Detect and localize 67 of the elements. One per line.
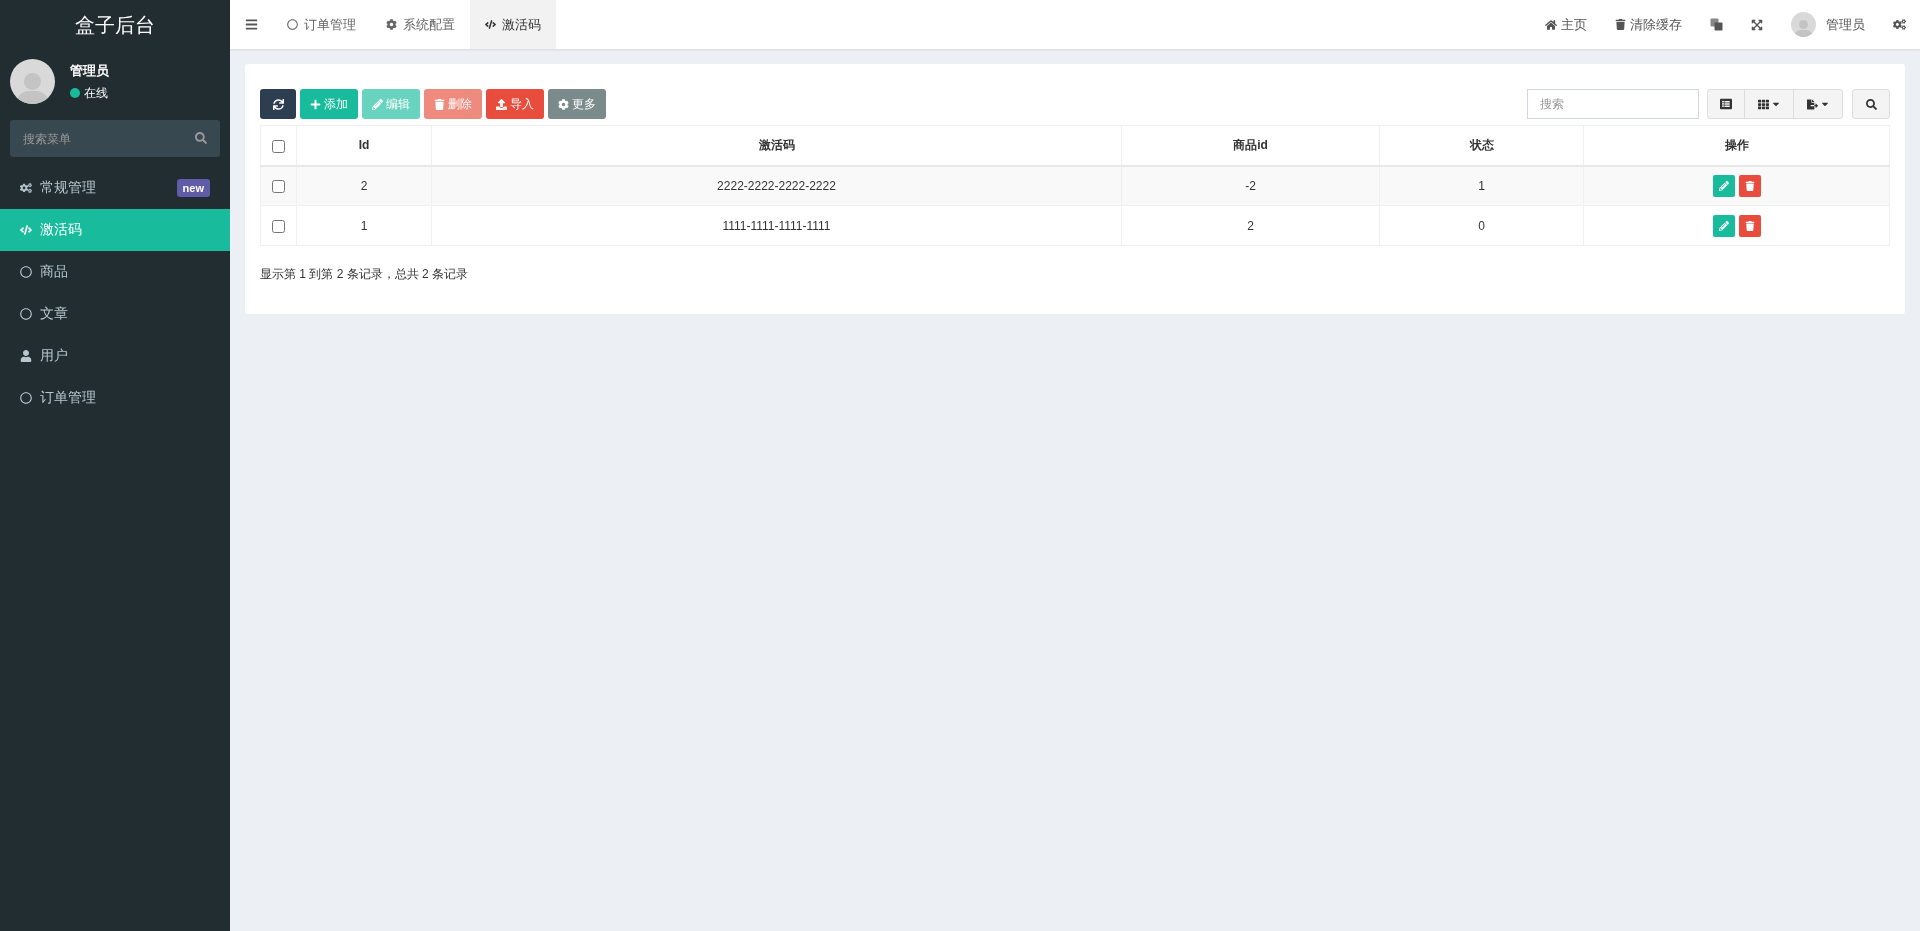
avatar-icon [10, 59, 55, 104]
row-delete-button[interactable] [1738, 174, 1761, 197]
sidebar-item[interactable]: 订单管理 [0, 377, 230, 419]
search-button[interactable] [1852, 89, 1890, 119]
refresh-button[interactable] [260, 89, 296, 119]
column-header: 状态 [1469, 138, 1494, 153]
user-icon [20, 350, 32, 362]
row-delete-button[interactable] [1738, 214, 1761, 237]
refresh-icon [272, 98, 284, 110]
home-icon [1545, 18, 1557, 31]
row-checkbox[interactable] [272, 219, 285, 233]
page-tab[interactable]: 激活码 [470, 0, 556, 49]
table-cell: 2 [360, 178, 368, 193]
column-header: 操作 [1724, 138, 1749, 153]
import-button[interactable]: 导入 [486, 89, 544, 119]
app-logo: 盒子后台 [75, 12, 155, 38]
table-cell: 0 [1478, 218, 1485, 233]
trash-icon [1744, 220, 1755, 231]
trash-icon [1615, 19, 1626, 30]
trash-icon [434, 98, 445, 110]
sidebar-item[interactable]: 商品 [0, 251, 230, 293]
trash-icon [1744, 180, 1755, 191]
pencil-icon [372, 98, 383, 110]
page-tab[interactable]: 订单管理 [272, 0, 371, 49]
user-status: 在线 [84, 85, 108, 103]
settings-icon [1893, 18, 1906, 31]
column-header: 商品id [1233, 138, 1268, 153]
table-cell: 2222-2222-2222-2222 [717, 178, 836, 193]
table-cell: -2 [1245, 178, 1256, 193]
search-icon [195, 132, 207, 144]
search-icon [1865, 98, 1877, 110]
pencil-icon [1718, 220, 1729, 231]
code-icon [485, 19, 496, 30]
pagination-info: 显示第 1 到第 2 条记录，总共 2 条记录 [260, 267, 469, 281]
column-header: 激活码 [758, 138, 795, 153]
gears-icon [20, 182, 32, 194]
code-icon [20, 224, 32, 236]
user-name: 管理员 [70, 61, 109, 80]
more-button[interactable]: 更多 [548, 89, 606, 119]
home-link[interactable]: 主页 [1531, 14, 1601, 35]
column-header: Id [358, 138, 370, 153]
export-icon [1806, 98, 1818, 110]
upload-icon [496, 98, 507, 110]
table-cell: 2 [1247, 218, 1254, 233]
table-cell: 1 [1478, 178, 1485, 193]
row-checkbox[interactable] [272, 180, 285, 194]
menu-search-field[interactable]: 搜索菜单 [10, 120, 220, 157]
page-tab[interactable]: 系统配置 [371, 0, 470, 49]
table-cell: 1111-1111-1111-1111 [722, 218, 831, 233]
sidebar-item[interactable]: 常规管理 new [0, 167, 230, 209]
plus-icon [310, 98, 321, 110]
clear-cache-link[interactable]: 清除缓存 [1601, 14, 1696, 35]
menu-icon [244, 18, 258, 31]
grid-icon [1757, 98, 1769, 110]
table-cell: 1 [360, 218, 368, 233]
top-user-name[interactable]: 管理员 [1826, 14, 1865, 35]
avatar-icon [1791, 12, 1816, 37]
search-field[interactable]: 搜索 [1527, 89, 1699, 119]
pencil-icon [1718, 180, 1729, 191]
gear-icon [558, 98, 569, 110]
sidebar-item[interactable]: 用户 [0, 335, 230, 377]
gear-icon [386, 19, 397, 30]
select-all-checkbox[interactable] [272, 139, 285, 153]
list-icon [1720, 98, 1732, 110]
sidebar-item[interactable]: 文章 [0, 293, 230, 335]
new-badge: new [176, 178, 210, 198]
fullscreen-icon [1751, 18, 1763, 31]
